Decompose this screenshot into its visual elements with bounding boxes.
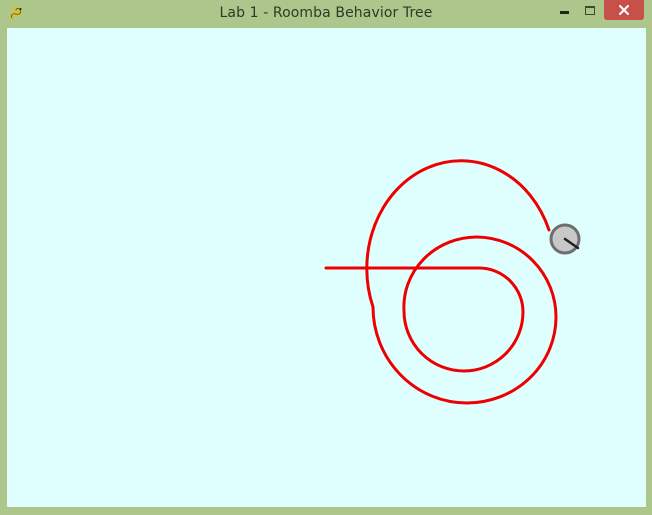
maximize-button[interactable] <box>578 0 602 20</box>
title-bar[interactable]: Lab 1 - Roomba Behavior Tree <box>0 0 652 27</box>
minimize-icon <box>559 10 569 14</box>
roomba-robot <box>549 223 581 255</box>
robot-path-trail <box>324 159 558 405</box>
close-button[interactable] <box>604 0 644 20</box>
maximize-icon <box>585 5 595 15</box>
simulation-svg <box>324 159 581 405</box>
simulation-canvas[interactable] <box>7 28 646 507</box>
close-icon <box>619 5 629 15</box>
app-window: Lab 1 - Roomba Behavior Tree <box>0 0 652 515</box>
minimize-button[interactable] <box>552 0 576 20</box>
